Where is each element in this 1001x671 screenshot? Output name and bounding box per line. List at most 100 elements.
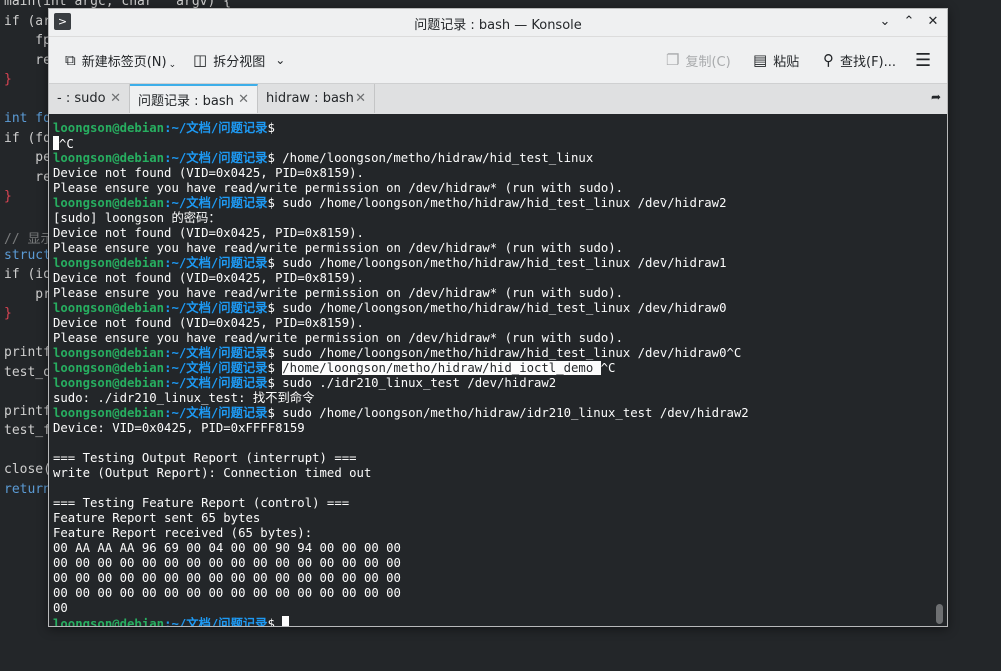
code-line: close( bbox=[4, 462, 51, 477]
find-label: 查找(F)... bbox=[840, 54, 897, 70]
terminal-line: loongson@debian:~/文档/问题记录$ bbox=[53, 616, 290, 626]
prompt-path: :~/文档/问题记录 bbox=[164, 256, 268, 270]
close-icon[interactable]: ✕ bbox=[355, 91, 366, 106]
prompt-user-host: loongson@debian bbox=[53, 121, 165, 135]
terminal-line: Device not found (VID=0x0425, PID=0x8159… bbox=[53, 166, 364, 181]
text-cursor bbox=[282, 616, 290, 626]
output-text: 00 bbox=[53, 601, 68, 615]
minimize-icon[interactable]: ⌄ bbox=[875, 12, 895, 32]
konsole-window: > 问题记录 : bash — Konsole ⌄ ⌃ ✕ ⧉ 新建标签页(N)… bbox=[48, 8, 948, 627]
paste-button[interactable]: ▤ 粘贴 bbox=[753, 49, 799, 71]
code-line: printf bbox=[4, 403, 51, 419]
terminal-line: loongson@debian:~/文档/问题记录$ sudo ./idr210… bbox=[53, 376, 556, 391]
output-text: 00 00 00 00 00 00 00 00 00 00 00 00 00 0… bbox=[53, 571, 401, 585]
find-button[interactable]: ⚲ 查找(F)... bbox=[823, 49, 896, 71]
terminal-line: [sudo] loongson 的密码： bbox=[53, 211, 221, 226]
code-line: return bbox=[4, 481, 51, 497]
terminal-line: === Testing Feature Report (control) === bbox=[53, 496, 349, 511]
paste-icon: ▤ bbox=[753, 51, 768, 69]
command-text: sudo /home/loongson/metho/hidraw/hid_tes… bbox=[282, 196, 727, 210]
terminal-line: === Testing Output Report (interrupt) ==… bbox=[53, 451, 357, 466]
code-line: printf bbox=[4, 345, 51, 360]
terminal-line: 00 00 00 00 00 00 00 00 00 00 00 00 00 0… bbox=[53, 571, 401, 586]
prompt-path: :~/文档/问题记录 bbox=[164, 406, 268, 420]
prompt-user-host: loongson@debian bbox=[53, 346, 165, 360]
output-text: 00 AA AA AA 96 69 00 04 00 00 90 94 00 0… bbox=[53, 541, 401, 555]
output-text: Device not found (VID=0x0425, PID=0x8159… bbox=[53, 166, 364, 180]
command-text: sudo /home/loongson/metho/hidraw/idr210_… bbox=[282, 406, 749, 420]
prompt-user-host: loongson@debian bbox=[53, 256, 165, 270]
prompt-symbol: $ bbox=[267, 256, 283, 270]
tab-hidraw[interactable]: hidraw : bash ✕ bbox=[258, 84, 375, 113]
terminal-line: 00 AA AA AA 96 69 00 04 00 00 90 94 00 0… bbox=[53, 541, 401, 556]
code-line: struct bbox=[4, 247, 51, 263]
prompt-path: :~/文档/问题记录 bbox=[164, 346, 268, 360]
terminal-area[interactable]: loongson@debian:~/文档/问题记录$ ^C loongson@de… bbox=[49, 114, 947, 626]
maximize-icon[interactable]: ⌃ bbox=[899, 12, 919, 32]
terminal-line: loongson@debian:~/文档/问题记录$ sudo /home/lo… bbox=[53, 256, 726, 271]
terminal-line: loongson@debian:~/文档/问题记录$ /home/loongso… bbox=[53, 151, 593, 166]
terminal-line: loongson@debian:~/文档/问题记录$ sudo /home/lo… bbox=[53, 346, 741, 361]
terminal-line: Device: VID=0x0425, PID=0xFFFF8159 bbox=[53, 421, 305, 436]
terminal-line: loongson@debian:~/文档/问题记录$ bbox=[53, 121, 282, 136]
code-line: if (fd bbox=[4, 130, 51, 146]
tab-sudo[interactable]: - : sudo ✕ bbox=[49, 84, 130, 113]
terminal-line: Please ensure you have read/write permis… bbox=[53, 181, 623, 196]
split-view-button[interactable]: ◫ 拆分视图 ⌄ bbox=[193, 49, 285, 71]
prompt-symbol: $ bbox=[267, 346, 283, 360]
code-line: pe bbox=[4, 150, 51, 165]
prompt-user-host: loongson@debian bbox=[53, 151, 165, 165]
copy-button[interactable]: ❐ 复制(C) bbox=[666, 49, 731, 71]
code-line: int fd bbox=[4, 111, 51, 126]
prompt-path: :~/文档/问题记录 bbox=[164, 121, 268, 135]
close-icon[interactable]: ✕ bbox=[923, 12, 943, 32]
tab-问题记录[interactable]: 问题记录 : bash ✕ bbox=[130, 84, 258, 113]
code-line: fp bbox=[4, 33, 51, 48]
output-text: Please ensure you have read/write permis… bbox=[53, 181, 624, 195]
output-text: === Testing Output Report (interrupt) ==… bbox=[53, 451, 357, 465]
terminal-line: loongson@debian:~/文档/问题记录$ /home/loongso… bbox=[53, 361, 615, 376]
command-text: sudo /home/loongson/metho/hidraw/hid_tes… bbox=[282, 301, 727, 315]
output-text: 00 00 00 00 00 00 00 00 00 00 00 00 00 0… bbox=[53, 586, 401, 600]
terminal-line: loongson@debian:~/文档/问题记录$ sudo /home/lo… bbox=[53, 406, 749, 421]
hamburger-menu-icon[interactable]: ☰ bbox=[915, 49, 931, 71]
output-text: Feature Report received (65 bytes): bbox=[53, 526, 313, 540]
terminal-line: sudo: ./idr210_linux_test: 找不到命令 bbox=[53, 391, 314, 406]
terminal-line: 00 00 00 00 00 00 00 00 00 00 00 00 00 0… bbox=[53, 586, 401, 601]
output-text: 00 00 00 00 00 00 00 00 00 00 00 00 00 0… bbox=[53, 556, 401, 570]
close-icon[interactable]: ✕ bbox=[110, 91, 121, 106]
code-line: } bbox=[4, 72, 12, 87]
new-tab-label: 新建标签页(N) bbox=[81, 54, 167, 70]
terminal-line: Feature Report sent 65 bytes bbox=[53, 511, 260, 526]
new-tab-icon: ⧉ bbox=[65, 51, 76, 69]
prompt-symbol: $ bbox=[267, 617, 283, 626]
code-line: re bbox=[4, 52, 51, 68]
copy-label: 复制(C) bbox=[685, 54, 731, 70]
scrollbar[interactable] bbox=[936, 604, 943, 624]
terminal-line: Feature Report received (65 bytes): bbox=[53, 526, 312, 541]
tab-label: 问题记录 : bash bbox=[138, 94, 234, 109]
code-line: } bbox=[4, 306, 12, 321]
title-bar[interactable]: > 问题记录 : bash — Konsole ⌄ ⌃ ✕ bbox=[49, 9, 947, 37]
terminal-line: loongson@debian:~/文档/问题记录$ sudo /home/lo… bbox=[53, 301, 726, 316]
output-text: Feature Report sent 65 bytes bbox=[53, 511, 261, 525]
terminal-line: Device not found (VID=0x0425, PID=0x8159… bbox=[53, 271, 364, 286]
tab-list-menu-icon[interactable]: ➦ bbox=[931, 90, 941, 104]
prompt-symbol: $ bbox=[267, 196, 283, 210]
close-icon[interactable]: ✕ bbox=[238, 92, 249, 107]
prompt-user-host: loongson@debian bbox=[53, 361, 165, 375]
new-tab-button[interactable]: ⧉ 新建标签页(N) ⌄ bbox=[65, 49, 176, 71]
prompt-path: :~/文档/问题记录 bbox=[164, 376, 268, 390]
prompt-user-host: loongson@debian bbox=[53, 406, 165, 420]
tab-bar: - : sudo ✕ 问题记录 : bash ✕ hidraw : bash ✕… bbox=[49, 83, 947, 115]
terminal-line: Please ensure you have read/write permis… bbox=[53, 286, 623, 301]
terminal-line: ^C bbox=[53, 136, 74, 151]
prompt-user-host: loongson@debian bbox=[53, 196, 165, 210]
prompt-path: :~/文档/问题记录 bbox=[164, 301, 268, 315]
prompt-user-host: loongson@debian bbox=[53, 376, 165, 390]
tab-label: hidraw : bash bbox=[266, 91, 354, 106]
terminal-line: write (Output Report): Connection timed … bbox=[53, 466, 371, 481]
output-text: [sudo] loongson 的密码： bbox=[53, 211, 221, 225]
command-text: ^C bbox=[600, 361, 616, 375]
code-line: pr bbox=[4, 286, 51, 302]
